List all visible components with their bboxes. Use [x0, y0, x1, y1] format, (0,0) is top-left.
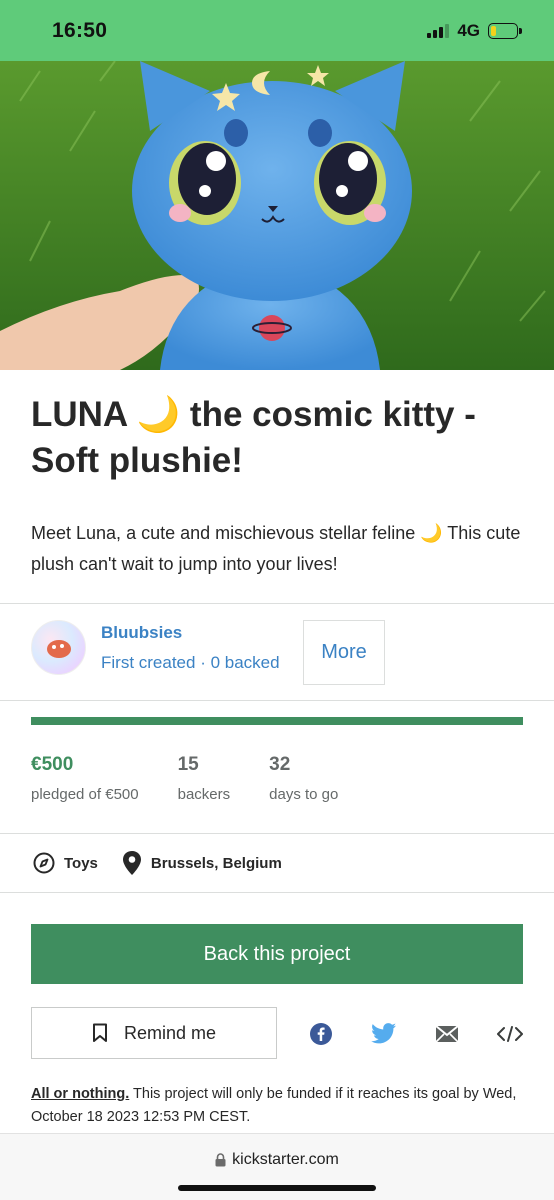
funding-progress-bar	[31, 717, 523, 725]
creator-avatar[interactable]	[31, 620, 86, 675]
project-hero-image[interactable]	[0, 61, 554, 370]
days-count: 32	[269, 754, 291, 775]
url-text: kickstarter.com	[232, 1151, 339, 1168]
days-label: days to go	[269, 786, 339, 803]
creator-name-link[interactable]: Bluubsies	[101, 623, 280, 643]
status-time: 16:50	[52, 18, 108, 42]
divider	[0, 603, 554, 604]
project-tags: Toys Brussels, Belgium	[33, 850, 306, 876]
category-label: Toys	[64, 854, 98, 872]
stat-pledged: €500 pledged of €500	[31, 754, 139, 803]
network-type: 4G	[457, 20, 480, 40]
divider	[0, 892, 554, 893]
backers-label: backers	[177, 786, 231, 803]
funding-terms: All or nothing. This project will only b…	[31, 1083, 531, 1129]
remind-me-button[interactable]: Remind me	[31, 1007, 277, 1059]
divider	[0, 700, 554, 701]
stat-days: 32 days to go	[269, 754, 338, 803]
status-bar: 16:50 4G	[0, 0, 554, 61]
browser-address-bar: kickstarter.com	[0, 1133, 554, 1200]
pledged-label: pledged of €500	[31, 786, 139, 803]
email-share-icon[interactable]	[434, 1019, 460, 1049]
backers-count: 15	[177, 754, 199, 775]
divider	[0, 833, 554, 834]
pledged-amount: €500	[31, 754, 74, 775]
lock-icon	[215, 1153, 226, 1167]
embed-code-icon[interactable]	[495, 1019, 525, 1049]
status-indicators: 4G	[427, 20, 522, 41]
bookmark-icon	[92, 1023, 107, 1042]
home-indicator[interactable]	[178, 1185, 376, 1191]
creator-info: Bluubsies First created · 0 backed	[101, 623, 280, 673]
creator-more-button[interactable]: More	[303, 620, 385, 685]
twitter-share-icon[interactable]	[370, 1019, 398, 1049]
creator-section: Bluubsies First created · 0 backed	[31, 620, 280, 675]
funding-progress-fill	[31, 717, 523, 725]
creator-meta-link[interactable]: First created · 0 backed	[101, 653, 280, 673]
remind-me-label: Remind me	[123, 1022, 217, 1043]
location-pin-icon	[122, 851, 141, 875]
project-blurb: Meet Luna, a cute and mischievous stella…	[31, 523, 521, 574]
url-display[interactable]: kickstarter.com	[0, 1151, 554, 1169]
category-tag[interactable]: Toys	[33, 852, 98, 874]
battery-icon	[488, 22, 522, 39]
facebook-share-icon[interactable]	[308, 1019, 334, 1049]
all-or-nothing-link[interactable]: All or nothing.	[31, 1086, 129, 1102]
compass-icon	[33, 852, 55, 874]
back-project-button[interactable]: Back this project	[31, 924, 523, 984]
project-title: LUNA 🌙 the cosmic kitty - Soft plushie!	[31, 395, 476, 480]
location-label: Brussels, Belgium	[150, 854, 282, 872]
stat-backers: 15 backers	[178, 754, 231, 803]
location-tag[interactable]: Brussels, Belgium	[122, 850, 282, 876]
signal-icon	[427, 23, 450, 38]
funding-stats: €500 pledged of €500 15 backers 32 days …	[31, 754, 377, 803]
